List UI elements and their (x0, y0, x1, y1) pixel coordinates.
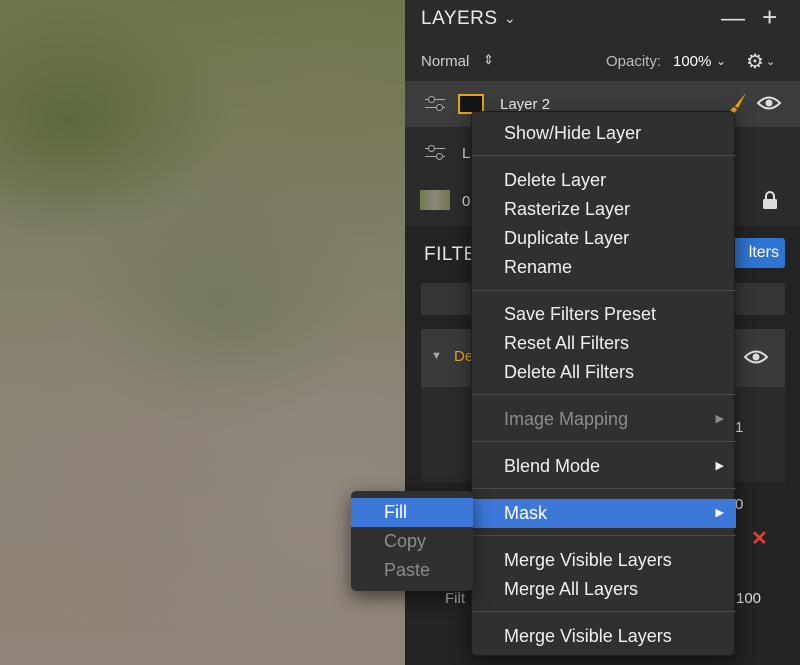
menu-item-label: Image Mapping (504, 409, 629, 429)
add-layer-button[interactable]: + (762, 2, 777, 33)
layer-name[interactable]: 0 (462, 193, 470, 210)
menu-item-blend-mode[interactable]: Blend Mode ▶ (472, 452, 736, 481)
menu-item-mask[interactable]: Mask ▶ (472, 499, 736, 528)
layers-panel-title[interactable]: LAYERS (421, 8, 498, 30)
slider-value: 0 (735, 496, 744, 513)
remove-layer-button[interactable]: — (721, 5, 745, 33)
menu-separator (472, 394, 736, 395)
eye-icon[interactable] (744, 349, 768, 365)
chevron-down-icon[interactable]: ⌄ (504, 10, 516, 27)
gear-icon[interactable]: ⚙ (746, 49, 764, 74)
submenu-arrow-icon: ▶ (715, 507, 724, 519)
menu-item-label: Blend Mode (504, 456, 601, 476)
chevron-down-icon[interactable]: ⌄ (766, 55, 775, 68)
submenu-arrow-icon: ▶ (715, 460, 724, 472)
slider-value: 1 (735, 419, 744, 436)
filters-title: FILTE (424, 244, 477, 265)
menu-item-rasterize-layer[interactable]: Rasterize Layer (472, 195, 736, 224)
chevron-down-icon[interactable]: ⌄ (716, 54, 726, 68)
close-icon[interactable]: ✕ (751, 526, 768, 551)
menu-item-image-mapping: Image Mapping ▶ (472, 405, 736, 434)
blend-mode-select[interactable]: Normal (421, 53, 469, 70)
filter-amount-value: 100 (736, 590, 762, 607)
layer-name[interactable]: L (462, 145, 470, 162)
menu-separator (472, 611, 736, 612)
menu-separator (472, 155, 736, 156)
updown-chevron-icon: ⇕ (483, 52, 494, 67)
menu-separator (472, 441, 736, 442)
submenu-item-paste: Paste (384, 560, 431, 580)
opacity-value[interactable]: 100% (673, 53, 711, 70)
adjustment-sliders-icon[interactable] (425, 95, 445, 113)
menu-separator (472, 290, 736, 291)
menu-item-delete-all-filters[interactable]: Delete All Filters (472, 358, 736, 387)
filter-amount-label: Filt (445, 590, 465, 607)
menu-item-rename[interactable]: Rename (472, 253, 736, 282)
menu-item-save-filters-preset[interactable]: Save Filters Preset (472, 300, 736, 329)
submenu-item-copy: Copy (384, 531, 427, 551)
mask-submenu: Fill Copy Paste (351, 491, 473, 591)
lock-icon[interactable] (762, 190, 778, 210)
eye-icon[interactable] (757, 95, 781, 111)
caret-down-icon[interactable]: ▼ (431, 350, 442, 362)
menu-item-merge-visible-layers[interactable]: Merge Visible Layers (472, 622, 736, 651)
image-canvas[interactable] (0, 0, 405, 665)
menu-separator (472, 535, 736, 536)
menu-item-merge-visible-layers[interactable]: Merge Visible Layers (472, 546, 736, 575)
layer-thumbnail[interactable] (420, 190, 450, 210)
menu-item-delete-layer[interactable]: Delete Layer (472, 166, 736, 195)
submenu-item-fill[interactable]: Fill (351, 498, 473, 527)
menu-item-duplicate-layer[interactable]: Duplicate Layer (472, 224, 736, 253)
adjustment-sliders-icon[interactable] (425, 144, 445, 162)
menu-item-label: Mask (504, 503, 548, 523)
submenu-arrow-icon: ▶ (715, 413, 724, 425)
menu-item-reset-all-filters[interactable]: Reset All Filters (472, 329, 736, 358)
opacity-label: Opacity: (606, 53, 662, 70)
layer-context-menu: Show/Hide Layer Delete Layer Rasterize L… (471, 111, 736, 656)
menu-item-show-hide-layer[interactable]: Show/Hide Layer (472, 119, 736, 148)
menu-item-merge-all-layers[interactable]: Merge All Layers (472, 575, 736, 604)
menu-separator (472, 488, 736, 489)
